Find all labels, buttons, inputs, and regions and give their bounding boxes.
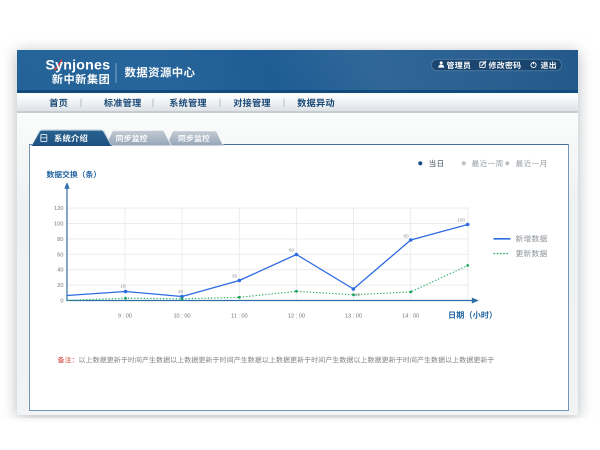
svg-text:Synjones: Synjones: [46, 58, 111, 74]
svg-text:9 : 00: 9 : 00: [118, 314, 132, 320]
svg-text:20: 20: [57, 283, 63, 289]
svg-text:16: 16: [355, 292, 361, 298]
svg-text:11 : 00: 11 : 00: [231, 314, 248, 320]
svg-text:13 : 00: 13 : 00: [345, 314, 362, 320]
svg-text:60: 60: [289, 247, 295, 253]
svg-text:10 : 00: 10 : 00: [173, 314, 190, 320]
svg-text:100: 100: [54, 222, 63, 228]
svg-text:120: 120: [54, 206, 63, 212]
svg-text:40: 40: [57, 268, 63, 274]
svg-text:80: 80: [403, 233, 409, 239]
svg-text:18: 18: [120, 283, 126, 289]
svg-text:80: 80: [57, 237, 63, 243]
svg-text:60: 60: [57, 252, 63, 258]
svg-text:12 : 00: 12 : 00: [288, 314, 305, 320]
svg-text:0: 0: [60, 299, 63, 305]
svg-text:10: 10: [178, 289, 184, 295]
svg-text:14 : 00: 14 : 00: [402, 314, 419, 320]
svg-text:100: 100: [457, 217, 465, 223]
svg-text:35: 35: [232, 273, 238, 279]
